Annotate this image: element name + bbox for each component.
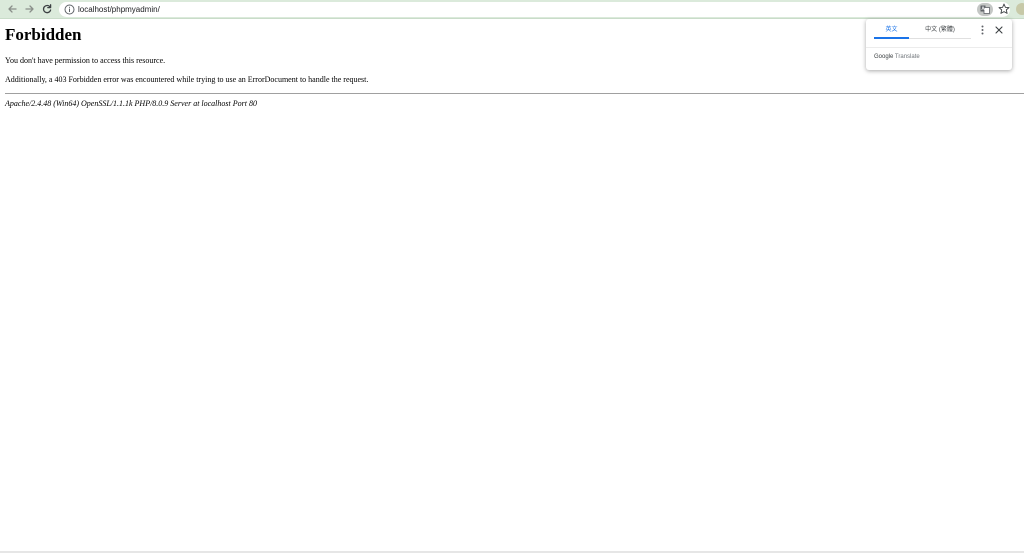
forward-button[interactable] bbox=[23, 2, 37, 16]
translate-options-button[interactable] bbox=[978, 25, 986, 35]
translate-popup: 英文 中文 (繁體) Google Translate bbox=[866, 19, 1012, 70]
browser-toolbar: localhost/phpmyadmin/ bbox=[0, 0, 1024, 19]
more-vert-icon bbox=[981, 25, 983, 35]
additional-error-message: Additionally, a 403 Forbidden error was … bbox=[5, 75, 369, 84]
popup-divider bbox=[866, 47, 1012, 48]
tab-source-language[interactable]: 英文 bbox=[874, 25, 909, 35]
address-bar[interactable]: localhost/phpmyadmin/ bbox=[59, 2, 1010, 17]
language-tabs: 英文 中文 (繁體) bbox=[866, 19, 1012, 41]
tab-target-language[interactable]: 中文 (繁體) bbox=[911, 25, 969, 35]
active-tab-indicator bbox=[874, 37, 909, 39]
horizontal-rule bbox=[5, 93, 1024, 94]
google-translate-branding: Google Translate bbox=[874, 52, 920, 62]
star-icon[interactable] bbox=[998, 3, 1010, 15]
back-button[interactable] bbox=[5, 2, 19, 16]
profile-avatar[interactable] bbox=[1016, 3, 1024, 15]
forward-arrow-icon bbox=[25, 5, 34, 13]
close-popup-button[interactable] bbox=[994, 25, 1004, 35]
info-icon[interactable] bbox=[64, 4, 75, 15]
reload-icon bbox=[42, 4, 52, 14]
brand-translate: Translate bbox=[893, 54, 920, 60]
url-text[interactable]: localhost/phpmyadmin/ bbox=[78, 3, 160, 16]
page-title: Forbidden bbox=[5, 25, 82, 44]
brand-google: Google bbox=[874, 54, 894, 60]
error-message: You don't have permission to access this… bbox=[5, 56, 166, 65]
server-signature: Apache/2.4.48 (Win64) OpenSSL/1.1.1k PHP… bbox=[5, 99, 257, 108]
reload-button[interactable] bbox=[40, 2, 54, 16]
back-arrow-icon bbox=[8, 5, 17, 13]
translate-button[interactable] bbox=[977, 3, 993, 16]
translate-icon bbox=[980, 5, 990, 14]
close-icon bbox=[995, 26, 1003, 34]
